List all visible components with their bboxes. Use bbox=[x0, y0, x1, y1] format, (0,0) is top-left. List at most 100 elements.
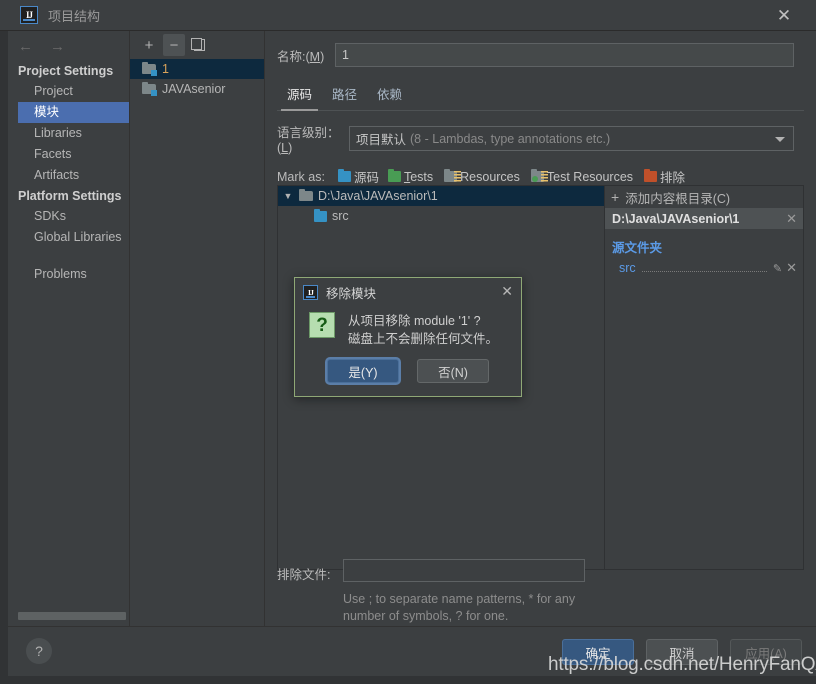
chevron-down-icon bbox=[775, 136, 785, 142]
module-folder-icon bbox=[142, 62, 157, 76]
no-button[interactable]: 否(N) bbox=[417, 359, 489, 383]
row-dotted-leader bbox=[641, 271, 767, 272]
remove-module-dialog-title: 移除模块 bbox=[326, 286, 377, 301]
folder-blue-icon bbox=[337, 169, 351, 182]
window-edge-left bbox=[0, 31, 8, 684]
content-roots-panel: + 添加内容根目录(C) D:\Java\JAVAsenior\1 ✕ 源文件夹… bbox=[604, 185, 804, 570]
language-level-label: 语言级别：(L) bbox=[277, 126, 340, 155]
tree-row-src[interactable]: src bbox=[278, 206, 604, 226]
source-folder-label: src bbox=[619, 261, 636, 275]
mark-as-excluded-label: 排除 bbox=[660, 171, 686, 185]
add-content-root-label: 添加内容根目录(C) bbox=[625, 191, 731, 206]
message-line-2: 磁盘上不会删除任何文件。 bbox=[348, 332, 499, 346]
window-edge-bottom bbox=[0, 676, 816, 684]
sidebar-item-global-libraries[interactable]: Global Libraries bbox=[8, 227, 129, 248]
sidebar-item-project[interactable]: Project bbox=[8, 81, 129, 102]
folder-blue-icon bbox=[314, 208, 327, 222]
project-structure-window: IJ 项目结构 ✕ ← → Project Settings Project 模… bbox=[0, 0, 816, 684]
intellij-logo-icon: IJ bbox=[303, 284, 318, 300]
tree-row-label: src bbox=[332, 209, 349, 223]
back-arrow-icon[interactable]: ← bbox=[18, 38, 33, 55]
twisty-expanded-icon[interactable]: ▼ bbox=[282, 191, 294, 201]
content-root-path: D:\Java\JAVAsenior\1 bbox=[612, 211, 740, 226]
sidebar-item-modules[interactable]: 模块 bbox=[18, 102, 129, 123]
tree-row-content-root[interactable]: ▼ D:\Java\JAVAsenior\1 bbox=[278, 186, 604, 206]
folder-icon bbox=[299, 189, 313, 202]
mark-as-resources-label: Resources bbox=[460, 169, 520, 184]
remove-source-folder-icon[interactable]: ✕ bbox=[786, 260, 797, 276]
message-line-1: 从项目移除 module '1' ? bbox=[348, 314, 481, 328]
language-level-detail: (8 - Lambdas, type annotations etc.) bbox=[410, 131, 611, 146]
sidebar-navigation: ← → bbox=[8, 31, 129, 61]
module-name-input[interactable] bbox=[335, 43, 794, 67]
modules-list: 1 JAVAsenior bbox=[130, 59, 264, 99]
module-list-item[interactable]: JAVAsenior bbox=[130, 79, 264, 99]
modules-panel: + − 1 JAVAsenior bbox=[130, 31, 265, 626]
mark-as-sources-label: 源码 bbox=[353, 171, 379, 185]
tab-dependencies[interactable]: 依赖 bbox=[367, 79, 412, 110]
source-folder-row[interactable]: src ✎ ✕ bbox=[619, 260, 797, 276]
modules-toolbar: + − bbox=[130, 31, 264, 59]
mark-as-tests-label: Tests bbox=[403, 169, 434, 184]
plus-icon: + bbox=[611, 189, 620, 205]
window-title: 项目结构 bbox=[48, 8, 101, 24]
exclude-files-label: 排除文件: bbox=[277, 568, 331, 582]
mark-as-tests-button[interactable]: Tests bbox=[387, 169, 434, 184]
settings-sidebar: ← → Project Settings Project 模块 Librarie… bbox=[8, 31, 130, 626]
remove-module-dialog-titlebar: IJ 移除模块 ✕ bbox=[295, 278, 521, 306]
watermark-text: https://blog.csdn.net/HenryFanQAQ bbox=[548, 654, 816, 675]
exclude-files-row: 排除文件: bbox=[277, 559, 804, 583]
sidebar-item-problems[interactable]: Problems bbox=[8, 264, 129, 285]
remove-module-dialog-message: 从项目移除 module '1' ? 磁盘上不会删除任何文件。 bbox=[348, 312, 498, 348]
sidebar-item-sdks[interactable]: SDKs bbox=[8, 206, 129, 227]
mark-as-test-resources-label: Test Resources bbox=[546, 169, 634, 184]
language-level-row: 语言级别：(L) 项目默认 (8 - Lambdas, type annotat… bbox=[265, 111, 816, 155]
close-icon[interactable]: ✕ bbox=[774, 6, 794, 26]
copy-icon bbox=[191, 37, 205, 51]
folder-orange-icon bbox=[644, 169, 658, 182]
tab-paths[interactable]: 路径 bbox=[322, 79, 367, 110]
remove-module-button[interactable]: − bbox=[163, 34, 185, 56]
module-name-label: 名称:(M) bbox=[277, 49, 325, 64]
sidebar-item-facets[interactable]: Facets bbox=[8, 144, 129, 165]
tab-sources[interactable]: 源码 bbox=[277, 79, 322, 111]
module-list-item[interactable]: 1 bbox=[130, 59, 264, 79]
close-icon[interactable]: ✕ bbox=[501, 284, 513, 298]
exclude-files-hint: Use ; to separate name patterns, * for a… bbox=[343, 592, 576, 623]
sidebar-item-libraries[interactable]: Libraries bbox=[8, 123, 129, 144]
exclude-files-input[interactable] bbox=[343, 559, 585, 582]
remove-module-dialog-body: ? 从项目移除 module '1' ? 磁盘上不会删除任何文件。 bbox=[295, 306, 521, 348]
tree-row-label: D:\Java\JAVAsenior\1 bbox=[318, 189, 438, 203]
forward-arrow-icon[interactable]: → bbox=[50, 38, 65, 55]
module-list-item-label: 1 bbox=[162, 62, 169, 76]
sidebar-item-artifacts[interactable]: Artifacts bbox=[8, 165, 129, 186]
remove-content-root-icon[interactable]: ✕ bbox=[786, 211, 797, 227]
sidebar-horizontal-scrollbar[interactable] bbox=[18, 612, 126, 620]
module-folder-icon bbox=[142, 82, 157, 96]
language-level-value: 项目默认 bbox=[356, 133, 407, 147]
sidebar-group-project-settings: Project Settings bbox=[18, 64, 114, 78]
add-module-button[interactable]: + bbox=[138, 34, 160, 56]
language-level-select[interactable]: 项目默认 (8 - Lambdas, type annotations etc.… bbox=[349, 126, 794, 151]
remove-module-dialog: IJ 移除模块 ✕ ? 从项目移除 module '1' ? 磁盘上不会删除任何… bbox=[294, 277, 522, 397]
yes-button[interactable]: 是(Y) bbox=[327, 359, 399, 383]
source-folders-group-label: 源文件夹 bbox=[612, 241, 663, 255]
folder-resources-icon bbox=[444, 169, 462, 182]
folder-green-icon bbox=[387, 169, 401, 182]
question-icon: ? bbox=[309, 312, 335, 338]
mark-as-row: Mark as: 源码 Tests Resources Test Resourc… bbox=[265, 155, 816, 186]
edit-pencil-icon[interactable]: ✎ bbox=[773, 262, 782, 275]
module-name-row: 名称:(M) bbox=[265, 31, 816, 67]
content-root-header: D:\Java\JAVAsenior\1 ✕ bbox=[605, 208, 803, 229]
mark-as-test-resources-button[interactable]: Test Resources bbox=[530, 169, 634, 184]
help-button[interactable]: ? bbox=[26, 638, 52, 664]
intellij-logo-icon: IJ bbox=[20, 6, 38, 24]
add-content-root-button[interactable]: + 添加内容根目录(C) bbox=[605, 186, 803, 208]
mark-as-excluded-button[interactable]: 排除 bbox=[644, 167, 685, 186]
remove-module-dialog-buttons: 是(Y) 否(N) bbox=[295, 359, 521, 383]
mark-as-label: Mark as: bbox=[277, 169, 325, 184]
mark-as-resources-button[interactable]: Resources bbox=[444, 169, 520, 184]
mark-as-sources-button[interactable]: 源码 bbox=[337, 167, 379, 186]
copy-module-button[interactable] bbox=[188, 34, 210, 56]
